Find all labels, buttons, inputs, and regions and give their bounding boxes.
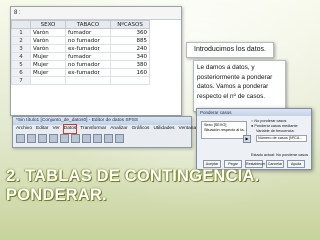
menu-item-editar[interactable]: Editar — [36, 125, 49, 133]
cell-sexo[interactable]: Mujer — [30, 52, 66, 61]
menu-item-archivo[interactable]: Archivo — [16, 125, 32, 133]
frequency-variable-label: Variable de frecuencia: — [256, 129, 295, 133]
menu-item-ver[interactable]: Ver — [53, 125, 60, 133]
column-header-sexo[interactable]: SEXO — [30, 20, 66, 29]
cell-casos[interactable]: 360 — [110, 28, 150, 37]
variable-list[interactable]: Sexo [SEXO] Situación respecto al ta... — [201, 121, 247, 139]
menu-bar: Archivo Editar Ver Datos Transformar Ana… — [13, 124, 214, 134]
cell-casos[interactable]: 340 — [110, 52, 150, 61]
redo-icon[interactable] — [71, 134, 80, 143]
table-row: 1 Varón fumador 360 — [11, 28, 150, 37]
row-number[interactable]: 1 — [11, 28, 31, 37]
variables-icon[interactable] — [93, 134, 102, 143]
cell-casos[interactable]: 240 — [110, 44, 150, 53]
column-header-tabaco[interactable]: TABACO — [65, 20, 111, 29]
row-number[interactable]: 6 — [11, 68, 31, 77]
row-number[interactable]: 2 — [11, 36, 31, 45]
cell-sexo[interactable]: Mujer — [30, 68, 66, 77]
weight-options: ○ No ponderar casos ● Ponderar casos med… — [251, 119, 307, 142]
cell-reference: 8 : — [11, 7, 181, 20]
cell-tabaco[interactable]: no fumador — [65, 36, 111, 45]
menu-item-analizar[interactable]: Analizar — [110, 125, 127, 133]
find-icon[interactable] — [104, 134, 113, 143]
cell-sexo[interactable] — [30, 76, 66, 85]
callout-body: Le damos a datos, y posteriormente a pon… — [193, 60, 286, 112]
table-row: 7 — [11, 76, 150, 85]
row-number-header — [11, 20, 31, 29]
open-icon[interactable] — [16, 134, 25, 143]
insert-cases-icon[interactable] — [115, 134, 124, 143]
cell-sexo[interactable]: Varón — [30, 36, 66, 45]
print-icon[interactable] — [38, 134, 47, 143]
undo-icon[interactable] — [60, 134, 69, 143]
heading-line-1: 2. TABLAS DE CONTINGENCIA. — [6, 167, 260, 185]
data-table: SEXO TABACO NºCASOS 1 Varón fumador 360 … — [11, 20, 150, 85]
cell-tabaco[interactable]: fumador — [65, 52, 111, 61]
cell-sexo[interactable]: Varón — [30, 28, 66, 37]
menu-item-graficos[interactable]: Gráficos — [132, 125, 150, 133]
menu-item-transformar[interactable]: Transformar — [80, 125, 106, 133]
callout-title: Introducimos los datos. — [186, 42, 274, 58]
cell-casos[interactable]: 380 — [110, 60, 150, 69]
cell-sexo[interactable]: Varón — [30, 44, 66, 53]
cell-sexo[interactable]: Mujer — [30, 60, 66, 69]
save-icon[interactable] — [27, 134, 36, 143]
dialog-recall-icon[interactable] — [49, 134, 58, 143]
dialog-title: Ponderar casos — [197, 109, 311, 116]
table-row: 6 Mujer ex-fumador 160 — [11, 68, 150, 77]
frequency-variable-field[interactable]: Número de casos [NºCA... — [256, 135, 307, 142]
menu-item-ventana[interactable]: Ventana — [179, 125, 197, 133]
table-row: 4 Mujer fumador 340 — [11, 52, 150, 61]
radio-no-weight-label: No ponderar casos — [254, 119, 287, 123]
cell-tabaco[interactable]: ex-fumador — [65, 68, 111, 77]
toolbar — [13, 133, 191, 144]
cell-tabaco[interactable] — [65, 76, 111, 85]
row-number[interactable]: 4 — [11, 52, 31, 61]
radio-weight-by-label: Ponderar casos mediante — [254, 124, 298, 128]
row-number[interactable]: 7 — [11, 76, 31, 85]
weight-cases-dialog: Ponderar casos Sexo [SEXO] Situación res… — [196, 108, 312, 170]
table-row: 2 Varón no fumador 885 — [11, 36, 150, 45]
cell-tabaco[interactable]: fumador — [65, 28, 111, 37]
cell-tabaco[interactable]: no fumador — [65, 60, 111, 69]
cell-tabaco[interactable]: ex-fumador — [65, 44, 111, 53]
window-title: *Sin título1 [Conjunto_de_datos0] - Edit… — [13, 117, 191, 125]
list-item[interactable]: Situación respecto al ta... — [204, 128, 247, 133]
table-row: 5 Mujer no fumador 380 — [11, 60, 150, 69]
spss-editor-window: *Sin título1 [Conjunto_de_datos0] - Edit… — [12, 116, 214, 148]
row-number[interactable]: 3 — [11, 44, 31, 53]
move-variable-arrow-icon[interactable]: ▶ — [243, 135, 251, 143]
row-number[interactable]: 5 — [11, 60, 31, 69]
slide-heading: 2. TABLAS DE CONTINGENCIA. PONDERAR. — [6, 167, 306, 205]
data-view-grid: 8 : SEXO TABACO NºCASOS 1 Varón fumador … — [10, 6, 182, 116]
heading-line-2: PONDERAR. — [6, 186, 107, 204]
menu-item-utilidades[interactable]: Utilidades — [153, 125, 174, 133]
current-status: Estado actual: No ponderar casos — [251, 153, 309, 157]
cell-casos[interactable]: 885 — [110, 36, 150, 45]
goto-case-icon[interactable] — [82, 134, 91, 143]
table-row: 3 Varón ex-fumador 240 — [11, 44, 150, 53]
column-header-ncasos[interactable]: NºCASOS — [110, 20, 150, 29]
cell-casos[interactable]: 160 — [110, 68, 150, 77]
menu-item-datos[interactable]: Datos — [62, 124, 78, 134]
cell-casos[interactable] — [110, 76, 150, 85]
